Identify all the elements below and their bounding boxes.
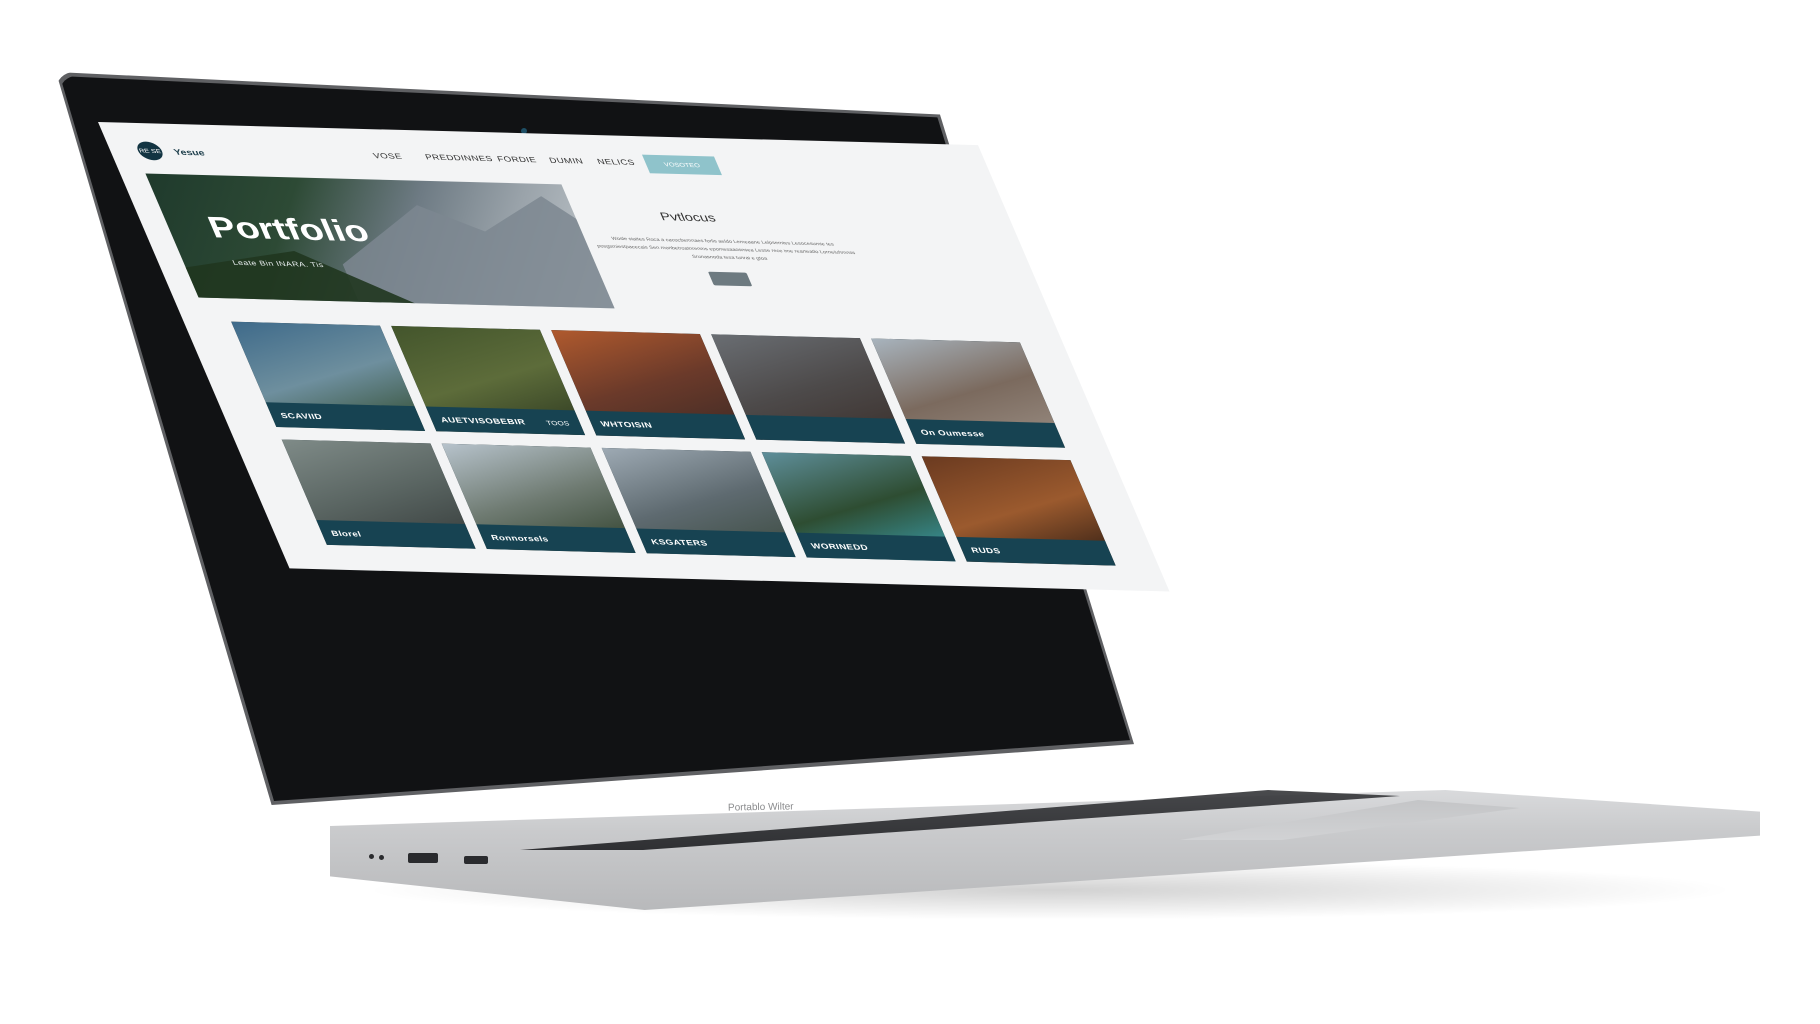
hero-title: Portfolio: [202, 211, 375, 249]
hero-banner: Portfolio Leate Bin INARA. Tis: [145, 173, 615, 309]
nav-item-vose[interactable]: VOSE: [372, 151, 404, 160]
gallery-label: RUDS: [969, 545, 1003, 556]
gallery-caption-band: [745, 414, 906, 444]
site-logo[interactable]: RE SE: [133, 141, 166, 161]
usb-c-port: [464, 856, 488, 864]
gallery-label-secondary: TOOS: [545, 420, 571, 428]
site-brand[interactable]: Yesue: [172, 147, 206, 157]
nav-item-dumin[interactable]: DUMIN: [548, 156, 585, 166]
about-button[interactable]: [707, 271, 753, 287]
gallery-label: SCAVIID: [279, 411, 324, 421]
gallery-label: KSGATERS: [649, 537, 710, 548]
usb-port: [408, 853, 438, 863]
gallery-label: Ronnorsels: [489, 533, 551, 544]
nav-item-fordie[interactable]: FORDIE: [496, 155, 538, 165]
gallery-label: On Oumesse: [919, 427, 986, 439]
status-led: [369, 854, 374, 859]
about-title: Pvtlocus: [657, 210, 718, 225]
about-text: Wosle staites Roca a cacocbemnaes forlis…: [596, 236, 857, 261]
nav-item-preddinnes[interactable]: PREDDINNES: [424, 153, 495, 163]
gallery-grid: SCAVIID AUETVISOBEBIR TOOS WHTOISIN On Oumes…: [231, 321, 1153, 591]
laptop-scene: RE SE Yesue VOSE PREDDINNES FORDIE DUMIN…: [0, 0, 1820, 1024]
nav-item-nelics[interactable]: NELICS: [596, 157, 637, 167]
device-label: Portablo Wilter: [727, 801, 794, 814]
status-led: [379, 855, 384, 860]
gallery-label: WHTOISIN: [599, 419, 654, 430]
gallery-label: WORINEDD: [809, 541, 870, 552]
nav-cta-button[interactable]: VOSOTEO: [641, 154, 722, 176]
gallery-label: Blorel: [329, 528, 363, 539]
